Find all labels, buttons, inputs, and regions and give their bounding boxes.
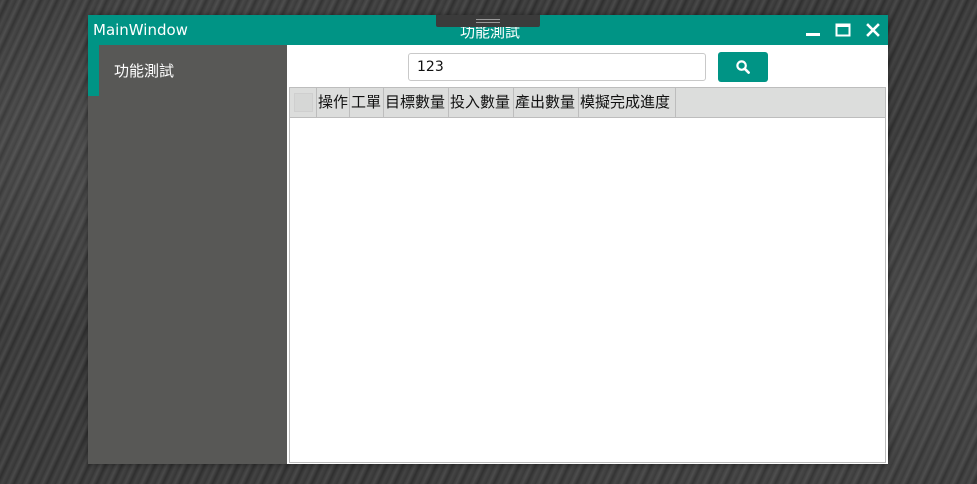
column-header-simulated-progress[interactable]: 模擬完成進度: [579, 88, 676, 117]
maximize-button[interactable]: [834, 21, 852, 39]
select-all-cell: [290, 88, 317, 117]
sidebar-selected-indicator: [88, 45, 99, 96]
main-window: MainWindow 功能測試 功能測試 123 操作 工單 目標數量 投入數量…: [88, 15, 888, 464]
column-header-operation[interactable]: 操作: [317, 88, 350, 117]
minimize-button[interactable]: [804, 21, 822, 39]
maximize-icon: [835, 23, 851, 37]
content-area: 操作 工單 目標數量 投入數量 產出數量 模擬完成進度: [287, 45, 888, 464]
search-button[interactable]: [718, 52, 768, 82]
sidebar-item-function-test[interactable]: 功能測試: [88, 45, 287, 96]
column-header-input-quantity[interactable]: 投入數量: [449, 88, 514, 117]
close-icon: [866, 23, 880, 37]
column-header-target-quantity[interactable]: 目標數量: [384, 88, 449, 117]
sidebar-item-label: 功能測試: [114, 62, 175, 80]
app-title: MainWindow: [93, 21, 188, 39]
search-icon: [736, 60, 750, 74]
select-all-checkbox[interactable]: [294, 93, 313, 112]
data-grid[interactable]: 操作 工單 目標數量 投入數量 產出數量 模擬完成進度: [289, 87, 886, 463]
sidebar: 功能測試: [88, 45, 287, 464]
close-button[interactable]: [864, 21, 882, 39]
column-header-output-quantity[interactable]: 產出數量: [514, 88, 579, 117]
title-bar[interactable]: MainWindow 功能測試: [88, 15, 888, 45]
minimize-icon: [806, 33, 820, 36]
drag-handle[interactable]: [436, 15, 540, 27]
column-header-work-order[interactable]: 工單: [350, 88, 384, 117]
search-input[interactable]: [408, 53, 706, 81]
grid-header-row: 操作 工單 目標數量 投入數量 產出數量 模擬完成進度: [290, 88, 885, 118]
